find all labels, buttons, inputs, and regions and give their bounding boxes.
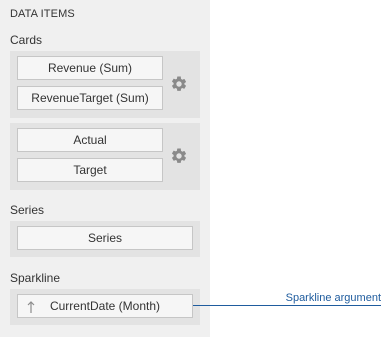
- sparkline-group: CurrentDate (Month): [10, 289, 200, 325]
- card-item-revenuetarget-sum[interactable]: RevenueTarget (Sum): [17, 86, 163, 110]
- sort-ascending-arrow-icon[interactable]: [26, 300, 36, 314]
- series-item[interactable]: Series: [17, 226, 193, 250]
- series-section-label: Series: [10, 203, 45, 217]
- sparkline-argument-item[interactable]: CurrentDate (Month): [17, 294, 193, 318]
- card-item-actual[interactable]: Actual: [17, 128, 163, 152]
- cards-group-1: Revenue (Sum) RevenueTarget (Sum): [10, 51, 200, 118]
- cards-section-label: Cards: [10, 33, 43, 47]
- panel-title: DATA ITEMS: [10, 8, 75, 20]
- sparkline-section-label: Sparkline: [10, 271, 61, 285]
- card-item-target[interactable]: Target: [17, 158, 163, 182]
- gear-icon[interactable]: [170, 75, 188, 93]
- gear-icon[interactable]: [170, 147, 188, 165]
- card-item-revenue-sum[interactable]: Revenue (Sum): [17, 56, 163, 80]
- data-items-panel: DATA ITEMS Cards Revenue (Sum) RevenueTa…: [0, 0, 210, 337]
- series-group: Series: [10, 221, 200, 257]
- cards-group-2: Actual Target: [10, 123, 200, 190]
- callout-line: [193, 305, 381, 306]
- sparkline-argument-label: CurrentDate (Month): [49, 299, 161, 313]
- sparkline-argument-callout: Sparkline argument: [285, 292, 381, 304]
